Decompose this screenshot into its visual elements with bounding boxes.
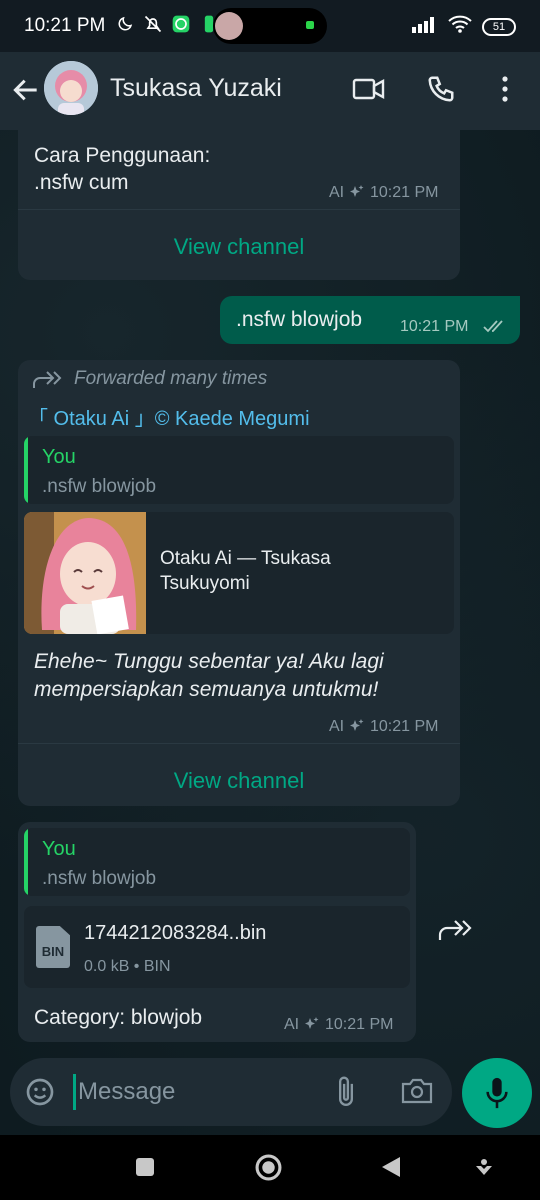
message-time: 10:21 PM xyxy=(370,184,439,201)
mic-button[interactable] xyxy=(462,1058,532,1128)
ai-sparkle-icon xyxy=(349,184,365,205)
double-check-icon xyxy=(483,318,509,339)
channel-name[interactable]: 「 Otaku Ai 」© Kaede Megumi xyxy=(28,402,310,431)
back-icon[interactable] xyxy=(380,1155,402,1184)
view-channel-button[interactable]: View channel xyxy=(18,768,460,794)
recent-apps-icon[interactable] xyxy=(135,1157,155,1182)
message-bubble-1[interactable]: Cara Penggunaan: .nsfw cum AI 10:21 PM V… xyxy=(18,120,460,280)
message-bubble-3[interactable]: Forwarded many times 「 Otaku Ai 」© Kaede… xyxy=(18,360,460,806)
emoji-icon[interactable] xyxy=(24,1076,56,1113)
status-icons-left xyxy=(115,14,219,34)
wifi-icon xyxy=(448,15,472,38)
status-bar: 10:21 PM 51 xyxy=(0,0,540,52)
assistant-icon[interactable] xyxy=(474,1157,494,1182)
status-icons-right: 51 xyxy=(412,15,516,38)
link-preview-title-line1: Otaku Ai — Tsukasa xyxy=(160,548,331,569)
more-vert-icon[interactable] xyxy=(495,74,515,109)
file-badge: BIN xyxy=(41,944,65,959)
message-input[interactable]: Message xyxy=(78,1078,175,1106)
status-time: 10:21 PM xyxy=(24,15,106,36)
ai-label: AI xyxy=(329,718,345,735)
link-preview-title-line2: Tsukuyomi xyxy=(160,573,250,594)
view-channel-button[interactable]: View channel xyxy=(18,234,460,260)
forwarded-label: Forwarded many times xyxy=(74,368,268,389)
camera-icon[interactable] xyxy=(400,1076,434,1111)
pill-indicator xyxy=(306,21,314,29)
message-bubble-4[interactable]: You .nsfw blowjob BIN 1744212083284..bin… xyxy=(18,822,416,1042)
video-call-icon[interactable] xyxy=(352,74,386,109)
ai-label: AI xyxy=(284,1016,300,1033)
message-time: 10:21 PM xyxy=(325,1016,394,1033)
quote-text: .nsfw blowjob xyxy=(42,868,157,889)
quoted-message[interactable]: You .nsfw blowjob xyxy=(24,828,410,896)
quote-text: .nsfw blowjob xyxy=(42,476,157,497)
quote-bar xyxy=(24,436,28,504)
pill-avatar xyxy=(215,12,243,40)
file-name: 1744212083284..bin xyxy=(84,922,267,944)
ai-label: AI xyxy=(329,184,345,201)
message-time: 10:21 PM xyxy=(370,718,439,735)
contact-avatar[interactable] xyxy=(44,61,98,115)
battery-icon: 51 xyxy=(482,17,516,36)
message-bubble-2[interactable]: .nsfw blowjob 10:21 PM xyxy=(220,296,520,344)
message-body-line2: mempersiapkan semuanya untukmu! xyxy=(34,678,379,701)
message-text-line2: .nsfw cum xyxy=(34,171,129,194)
file-attachment[interactable]: BIN 1744212083284..bin 0.0 kB • BIN xyxy=(24,906,410,988)
message-text: .nsfw blowjob xyxy=(236,308,363,331)
contact-name[interactable]: Tsukasa Yuzaki xyxy=(110,74,282,103)
back-arrow-icon[interactable] xyxy=(10,74,42,106)
text-cursor xyxy=(73,1074,76,1110)
ai-sparkle-icon xyxy=(304,1016,320,1037)
quoted-message[interactable]: You .nsfw blowjob xyxy=(24,436,454,504)
bubble-divider xyxy=(18,209,460,210)
voice-call-icon[interactable] xyxy=(426,74,456,109)
link-preview[interactable]: Otaku Ai — Tsukasa Tsukuyomi xyxy=(24,512,454,634)
mic-icon xyxy=(483,1075,511,1116)
file-meta: 0.0 kB • BIN xyxy=(84,958,171,975)
message-text-line1: Cara Penggunaan: xyxy=(34,144,211,167)
home-icon[interactable] xyxy=(255,1154,282,1186)
link-preview-thumbnail xyxy=(24,512,146,634)
forward-icon[interactable] xyxy=(438,916,472,949)
camera-pill xyxy=(213,8,327,44)
message-body-line1: Ehehe~ Tunggu sebentar ya! Aku lagi xyxy=(34,650,384,673)
attachment-icon[interactable] xyxy=(332,1074,360,1115)
bubble-divider xyxy=(18,743,460,744)
system-nav-bar xyxy=(0,1135,540,1200)
quote-author: You xyxy=(42,446,76,468)
chat-header: Tsukasa Yuzaki xyxy=(0,52,540,130)
quote-bar xyxy=(24,828,28,896)
message-time: 10:21 PM xyxy=(400,318,469,335)
quote-author: You xyxy=(42,838,76,860)
forwarded-icon xyxy=(32,368,62,397)
whatsapp-icon xyxy=(171,14,191,34)
signal-icon xyxy=(412,15,438,38)
message-input-bar: Message xyxy=(10,1058,452,1126)
moon-icon xyxy=(115,14,135,34)
ai-sparkle-icon xyxy=(349,718,365,739)
bell-off-icon xyxy=(143,14,163,34)
file-caption: Category: blowjob xyxy=(34,1006,203,1029)
file-icon: BIN xyxy=(36,926,70,968)
